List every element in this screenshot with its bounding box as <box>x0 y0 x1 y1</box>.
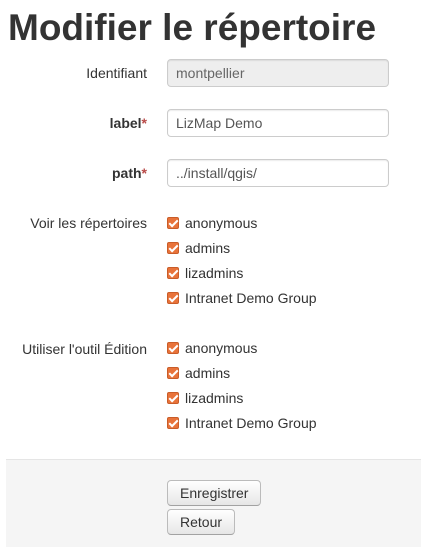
checkbox-checked-icon[interactable] <box>167 392 179 404</box>
checkbox-label: admins <box>185 240 231 256</box>
path-field-label: path* <box>112 164 147 182</box>
path-field-label-text: path <box>111 165 142 181</box>
checkbox-label: anonymous <box>185 340 258 356</box>
voir-repertoires-label: Voir les répertoires <box>30 215 147 231</box>
page-title: Modifier le répertoire <box>8 7 377 48</box>
checkbox-checked-icon[interactable] <box>167 417 179 429</box>
label-input[interactable] <box>167 109 389 137</box>
checkbox-label: anonymous <box>185 215 258 231</box>
checkbox-checked-icon[interactable] <box>167 292 179 304</box>
required-mark: * <box>141 165 147 181</box>
edition-option-anonymous[interactable]: anonymous <box>167 338 257 358</box>
label-field-label: label* <box>110 114 147 132</box>
checkbox-label: Intranet Demo Group <box>185 415 317 431</box>
edition-option-admins[interactable]: admins <box>167 363 230 383</box>
checkbox-label: lizadmins <box>185 265 244 281</box>
checkbox-label: Intranet Demo Group <box>185 290 317 306</box>
checkbox-checked-icon[interactable] <box>167 342 179 354</box>
form-actions: Enregistrer Retour <box>6 459 421 547</box>
voir-option-anonymous[interactable]: anonymous <box>167 213 257 233</box>
edition-option-intranet-demo-group[interactable]: Intranet Demo Group <box>167 413 317 433</box>
voir-option-admins[interactable]: admins <box>167 238 230 258</box>
path-input[interactable] <box>167 159 389 187</box>
checkbox-checked-icon[interactable] <box>167 217 179 229</box>
save-button[interactable]: Enregistrer <box>167 480 262 506</box>
required-mark: * <box>141 115 147 131</box>
edition-option-lizadmins[interactable]: lizadmins <box>167 388 243 408</box>
voir-option-intranet-demo-group[interactable]: Intranet Demo Group <box>167 288 317 308</box>
checkbox-label: admins <box>185 365 231 381</box>
back-button[interactable]: Retour <box>167 509 236 535</box>
edition-tool-label: Utiliser l'outil Édition <box>22 341 147 357</box>
identifiant-input[interactable] <box>167 59 389 87</box>
checkbox-checked-icon[interactable] <box>167 242 179 254</box>
checkbox-label: lizadmins <box>185 390 244 406</box>
identifiant-label: Identifiant <box>86 65 147 81</box>
checkbox-checked-icon[interactable] <box>167 367 179 379</box>
voir-option-lizadmins[interactable]: lizadmins <box>167 263 243 283</box>
label-field-label-text: label <box>109 115 142 131</box>
checkbox-checked-icon[interactable] <box>167 267 179 279</box>
